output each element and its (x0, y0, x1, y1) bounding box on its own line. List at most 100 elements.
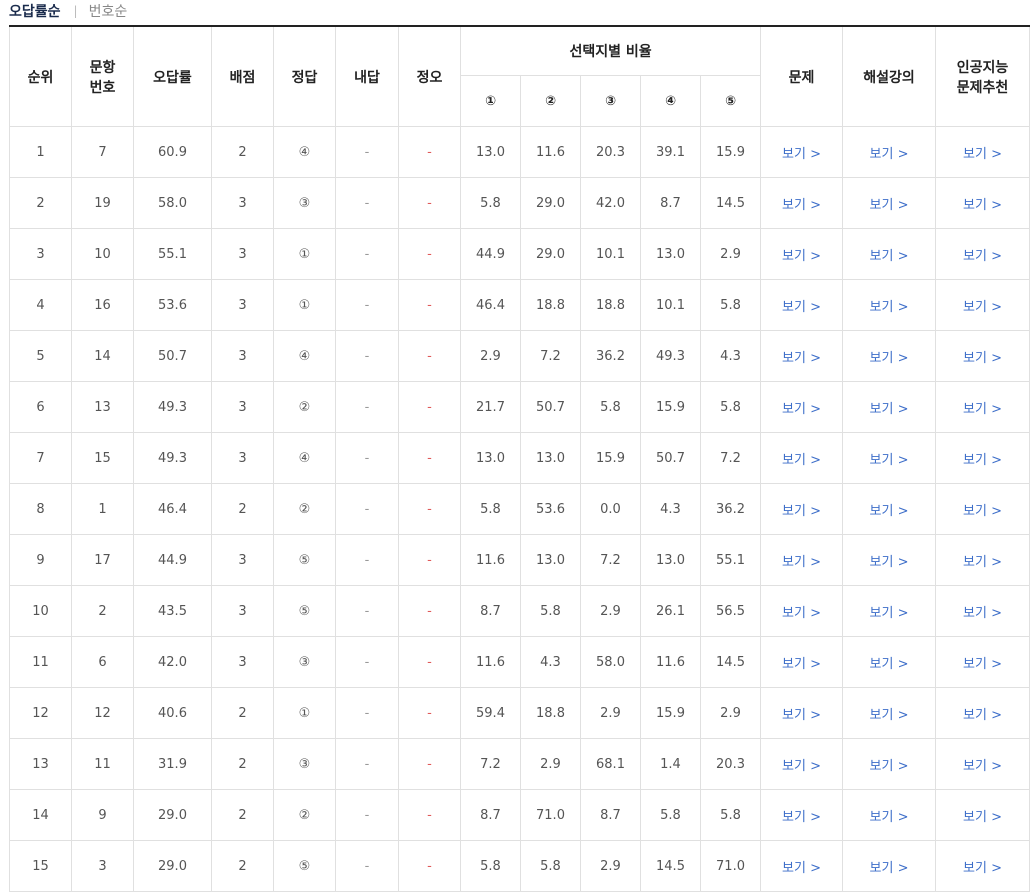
ai-recommend-view-link[interactable]: 보기 > (935, 279, 1031, 331)
ai-recommend-view-link[interactable]: 보기 > (935, 789, 1031, 841)
choice-3-ratio-cell: 36.2 (580, 330, 641, 382)
table-row: 3 10 55.1 3 ① - -44.9 29.0 10.1 13.0 2.9 보기 > 보기 > 보기… (9, 228, 1031, 280)
table-row: 12 12 40.6 2 ① - -59.4 18.8 2.9 15.9 2.9 보기 > 보기 > 보기… (9, 687, 1031, 739)
table-row: 14 9 29.0 2 ② - -8.7 71.0 8.7 5.8 5.8 보기 > 보기 > 보기 > (9, 789, 1031, 841)
lecture-view-link[interactable]: 보기 > (842, 126, 937, 178)
choice-5-ratio-cell: 2.9 (699, 228, 762, 280)
choice-3-ratio-cell: 15.9 (580, 432, 641, 484)
rank-cell: 12 (9, 687, 72, 739)
rank-cell: 3 (9, 228, 72, 280)
ai-recommend-view-link[interactable]: 보기 > (935, 840, 1031, 892)
ai-recommend-view-link[interactable]: 보기 > (935, 585, 1031, 637)
table-row: 15 3 29.0 2 ⑤ - -5.8 5.8 2.9 14.5 71.0 보기 > 보기 > 보기 > (9, 840, 1031, 892)
answer-cell: ⑤ (273, 534, 336, 586)
choice-2-ratio-cell: 7.2 (520, 330, 581, 382)
answer-cell: ③ (273, 738, 336, 790)
lecture-view-link[interactable]: 보기 > (842, 636, 937, 688)
choice-2-ratio-cell: 18.8 (520, 279, 581, 331)
answer-cell: ④ (273, 126, 336, 178)
answer-cell: ③ (273, 636, 336, 688)
ai-recommend-view-link[interactable]: 보기 > (935, 636, 1031, 688)
question-number-cell: 2 (71, 585, 134, 637)
lecture-view-link[interactable]: 보기 > (842, 228, 937, 280)
lecture-view-link[interactable]: 보기 > (842, 585, 937, 637)
error-rate-cell: 49.3 (133, 432, 212, 484)
score-cell: 3 (211, 330, 274, 382)
tab-error-rate-order[interactable]: 오답률순 (9, 1, 61, 21)
choice-5-ratio-cell: 5.8 (699, 279, 762, 331)
problem-view-link[interactable]: 보기 > (760, 738, 844, 790)
choice-1-ratio-cell: 2.9 (460, 330, 521, 382)
lecture-view-link[interactable]: 보기 > (842, 738, 937, 790)
problem-view-link[interactable]: 보기 > (760, 534, 844, 586)
choice-4-ratio-cell: 15.9 (640, 687, 701, 739)
error-rate-table: 순위 문항 번호 오답률 배점 정답 내답 정오 선택지별 비율 문제 해설강의 … (9, 25, 1031, 892)
my-answer-cell: - (335, 126, 399, 178)
header-question-number: 문항 번호 (71, 25, 134, 127)
choice-2-ratio-cell: 11.6 (520, 126, 581, 178)
answer-cell: ① (273, 228, 336, 280)
question-number-cell: 7 (71, 126, 134, 178)
header-choice-3: ③ (580, 75, 641, 127)
choice-3-ratio-cell: 2.9 (580, 687, 641, 739)
problem-view-link[interactable]: 보기 > (760, 585, 844, 637)
lecture-view-link[interactable]: 보기 > (842, 840, 937, 892)
question-number-cell: 11 (71, 738, 134, 790)
correctness-cell: - (398, 381, 461, 433)
choice-3-ratio-cell: 2.9 (580, 840, 641, 892)
my-answer-cell: - (335, 789, 399, 841)
lecture-view-link[interactable]: 보기 > (842, 330, 937, 382)
table-row: 8 1 46.4 2 ② - -5.8 53.6 0.0 4.3 36.2 보기 > 보기 > 보기 > (9, 483, 1031, 535)
problem-view-link[interactable]: 보기 > (760, 381, 844, 433)
problem-view-link[interactable]: 보기 > (760, 432, 844, 484)
lecture-view-link[interactable]: 보기 > (842, 687, 937, 739)
tab-number-order[interactable]: 번호순 (89, 1, 128, 21)
ai-recommend-view-link[interactable]: 보기 > (935, 126, 1031, 178)
ai-recommend-view-link[interactable]: 보기 > (935, 381, 1031, 433)
problem-view-link[interactable]: 보기 > (760, 228, 844, 280)
ai-recommend-view-link[interactable]: 보기 > (935, 483, 1031, 535)
problem-view-link[interactable]: 보기 > (760, 789, 844, 841)
ai-recommend-view-link[interactable]: 보기 > (935, 534, 1031, 586)
problem-view-link[interactable]: 보기 > (760, 126, 844, 178)
ai-recommend-view-link[interactable]: 보기 > (935, 432, 1031, 484)
problem-view-link[interactable]: 보기 > (760, 330, 844, 382)
ai-recommend-view-link[interactable]: 보기 > (935, 330, 1031, 382)
choice-1-ratio-cell: 11.6 (460, 636, 521, 688)
question-number-cell: 1 (71, 483, 134, 535)
choice-5-ratio-cell: 5.8 (699, 789, 762, 841)
problem-view-link[interactable]: 보기 > (760, 636, 844, 688)
lecture-view-link[interactable]: 보기 > (842, 279, 937, 331)
problem-view-link[interactable]: 보기 > (760, 687, 844, 739)
problem-view-link[interactable]: 보기 > (760, 483, 844, 535)
lecture-view-link[interactable]: 보기 > (842, 432, 937, 484)
choice-1-ratio-cell: 13.0 (460, 126, 521, 178)
tab-separator: | (73, 4, 78, 18)
problem-view-link[interactable]: 보기 > (760, 279, 844, 331)
correctness-cell: - (398, 177, 461, 229)
score-cell: 3 (211, 279, 274, 331)
score-cell: 2 (211, 738, 274, 790)
question-number-cell: 10 (71, 228, 134, 280)
ai-recommend-view-link[interactable]: 보기 > (935, 687, 1031, 739)
lecture-view-link[interactable]: 보기 > (842, 789, 937, 841)
ai-recommend-view-link[interactable]: 보기 > (935, 177, 1031, 229)
question-number-cell: 14 (71, 330, 134, 382)
choice-4-ratio-cell: 13.0 (640, 228, 701, 280)
table-row: 13 11 31.9 2 ③ - -7.2 2.9 68.1 1.4 20.3 보기 > 보기 > 보기 … (9, 738, 1031, 790)
my-answer-cell: - (335, 636, 399, 688)
problem-view-link[interactable]: 보기 > (760, 177, 844, 229)
ai-recommend-view-link[interactable]: 보기 > (935, 228, 1031, 280)
table-row: 10 2 43.5 3 ⑤ - -8.7 5.8 2.9 26.1 56.5 보기 > 보기 > 보기 > (9, 585, 1031, 637)
problem-view-link[interactable]: 보기 > (760, 840, 844, 892)
header-choice-1: ① (460, 75, 521, 127)
choice-2-ratio-cell: 5.8 (520, 585, 581, 637)
header-rank: 순위 (9, 25, 72, 127)
lecture-view-link[interactable]: 보기 > (842, 534, 937, 586)
lecture-view-link[interactable]: 보기 > (842, 177, 937, 229)
ai-recommend-view-link[interactable]: 보기 > (935, 738, 1031, 790)
lecture-view-link[interactable]: 보기 > (842, 483, 937, 535)
choice-5-ratio-cell: 14.5 (699, 177, 762, 229)
lecture-view-link[interactable]: 보기 > (842, 381, 937, 433)
header-qnum-line1: 문항 (89, 59, 116, 76)
